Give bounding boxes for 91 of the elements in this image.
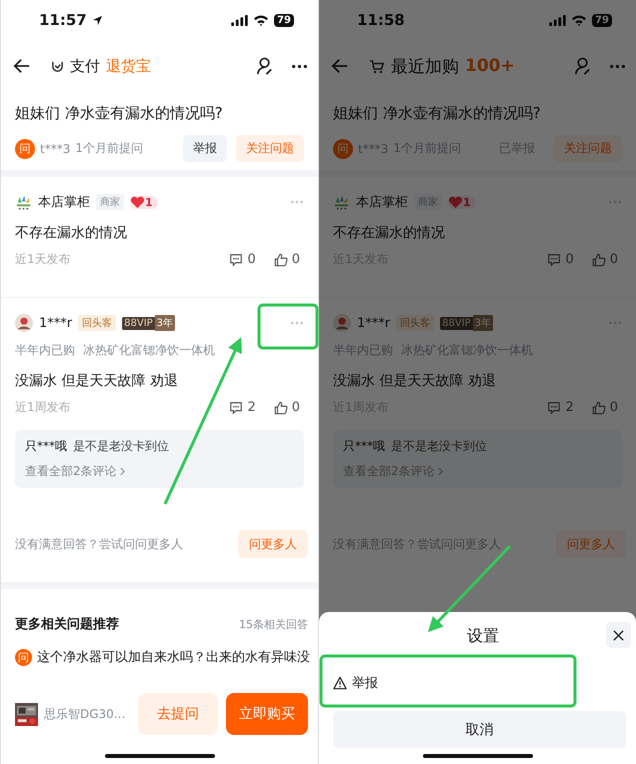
heart-badge: 1 <box>448 196 476 208</box>
reply-user: 只***哦 <box>343 438 385 455</box>
cancel-button[interactable]: 取消 <box>333 711 626 748</box>
purchase-note: 半年内已购 <box>15 342 75 359</box>
comment-count: 0 <box>565 252 574 267</box>
answer-text: 没漏水 但是天天故障 劝退 <box>333 372 497 391</box>
signal-icon <box>231 14 248 26</box>
question-title: 姐妹们 净水壶有漏水的情况吗? <box>333 103 542 124</box>
header-highlight: 100+ <box>465 56 515 76</box>
user-tag: 回头客 <box>396 315 434 331</box>
ask-more-button[interactable]: 问更多人 <box>238 530 308 558</box>
avatar <box>333 314 351 332</box>
user-tag: 回头客 <box>78 315 116 331</box>
question-badge: 问 <box>15 648 32 666</box>
report-option[interactable]: 举报 <box>352 674 378 692</box>
thumbs-up-icon[interactable] <box>274 400 288 414</box>
cart-icon <box>369 58 385 74</box>
comment-icon[interactable] <box>229 400 244 414</box>
comment-icon[interactable] <box>547 400 562 414</box>
warning-icon[interactable] <box>333 676 347 690</box>
thumbs-up-icon[interactable] <box>592 400 606 414</box>
asker-name: t***3 <box>40 142 70 156</box>
answerer-name: 本店掌柜 <box>38 194 90 211</box>
vip-badge: 88VIP <box>122 316 155 330</box>
close-button[interactable] <box>606 622 631 648</box>
follow-button[interactable]: 关注问题 <box>554 135 622 162</box>
like-count: 0 <box>292 252 300 267</box>
close-icon[interactable] <box>613 630 624 640</box>
leaf-logo-icon <box>15 194 32 210</box>
question-badge: 问 <box>15 138 35 158</box>
shield-check-icon <box>51 60 64 72</box>
chevron-right-icon[interactable] <box>438 467 443 476</box>
thumbs-up-icon[interactable] <box>592 252 606 266</box>
answerer-name: 1***r <box>39 316 72 330</box>
comment-icon[interactable] <box>229 252 244 266</box>
question-badge: 问 <box>333 138 353 158</box>
ask-more-hint: 没有满意回答？尝试问问更多人 <box>15 536 183 552</box>
more-icon[interactable] <box>291 64 308 68</box>
header-highlight: 退货宝 <box>106 56 151 76</box>
signal-icon <box>549 14 566 26</box>
comment-count: 0 <box>247 252 256 267</box>
vip-badge: 88VIP <box>440 316 473 330</box>
highlight-box <box>258 304 318 350</box>
vip-years: 3年 <box>472 315 494 331</box>
heart-badge: 1 <box>130 196 158 208</box>
view-all-comments-link[interactable]: 查看全部2条评论 <box>25 463 117 480</box>
question-time: 1个月前提问 <box>75 140 143 157</box>
sheet-title: 设置 <box>467 626 499 646</box>
like-count: 0 <box>610 400 618 415</box>
leaf-logo-icon <box>333 194 350 210</box>
answerer-name: 本店掌柜 <box>356 194 408 211</box>
wifi-icon <box>571 14 588 26</box>
ask-question-button[interactable]: 去提问 <box>138 693 218 735</box>
comment-count: 2 <box>247 400 256 415</box>
like-count: 0 <box>292 400 300 415</box>
reply-text: 是不是老没卡到位 <box>73 438 169 455</box>
comment-count: 2 <box>565 400 574 415</box>
answer-time: 近1天发布 <box>15 251 71 268</box>
battery-level: 79 <box>274 14 294 26</box>
section-title: 更多相关问题推荐 <box>15 616 119 633</box>
status-time: 11:57 <box>39 11 87 29</box>
chevron-right-icon[interactable] <box>120 467 125 476</box>
answer-count: 15条相关回答 <box>239 616 308 632</box>
answer-time: 近1周发布 <box>15 399 71 416</box>
like-count: 0 <box>610 252 618 267</box>
reply-user: 只***哦 <box>25 438 67 455</box>
status-time: 11:58 <box>357 11 405 29</box>
answer-text: 不存在漏水的情况 <box>333 224 446 243</box>
related-question[interactable]: 这个净水器可以加自来水吗？出来的水有异味没 <box>37 648 310 666</box>
back-arrow-icon[interactable] <box>13 57 31 75</box>
answerer-name: 1***r <box>357 316 390 330</box>
buy-now-button[interactable]: 立即购买 <box>226 693 308 735</box>
wifi-icon <box>253 14 270 26</box>
follow-button[interactable]: 关注问题 <box>236 135 304 162</box>
avatar <box>15 314 33 332</box>
product-name: 冰热矿化富锶净饮一体机 <box>83 342 215 359</box>
product-name[interactable]: 思乐智DG30... <box>44 706 126 722</box>
thumbs-up-icon[interactable] <box>274 252 288 266</box>
comment-icon[interactable] <box>547 252 562 266</box>
question-title: 姐妹们 净水壶有漏水的情况吗? <box>15 103 224 124</box>
header-title: 最近加购 <box>391 56 459 78</box>
answer-text: 没漏水 但是天天故障 劝退 <box>15 372 179 391</box>
user-tag: 商家 <box>96 194 124 210</box>
answer-text: 不存在漏水的情况 <box>15 224 128 243</box>
ask-more-button[interactable]: 问更多人 <box>556 530 626 558</box>
header-title: 支付 <box>70 56 100 76</box>
report-button[interactable]: 举报 <box>183 135 227 162</box>
vip-years: 3年 <box>154 315 176 331</box>
reply-text: 是不是老没卡到位 <box>391 438 487 455</box>
battery-level: 79 <box>592 14 612 26</box>
location-arrow-icon <box>92 14 103 26</box>
